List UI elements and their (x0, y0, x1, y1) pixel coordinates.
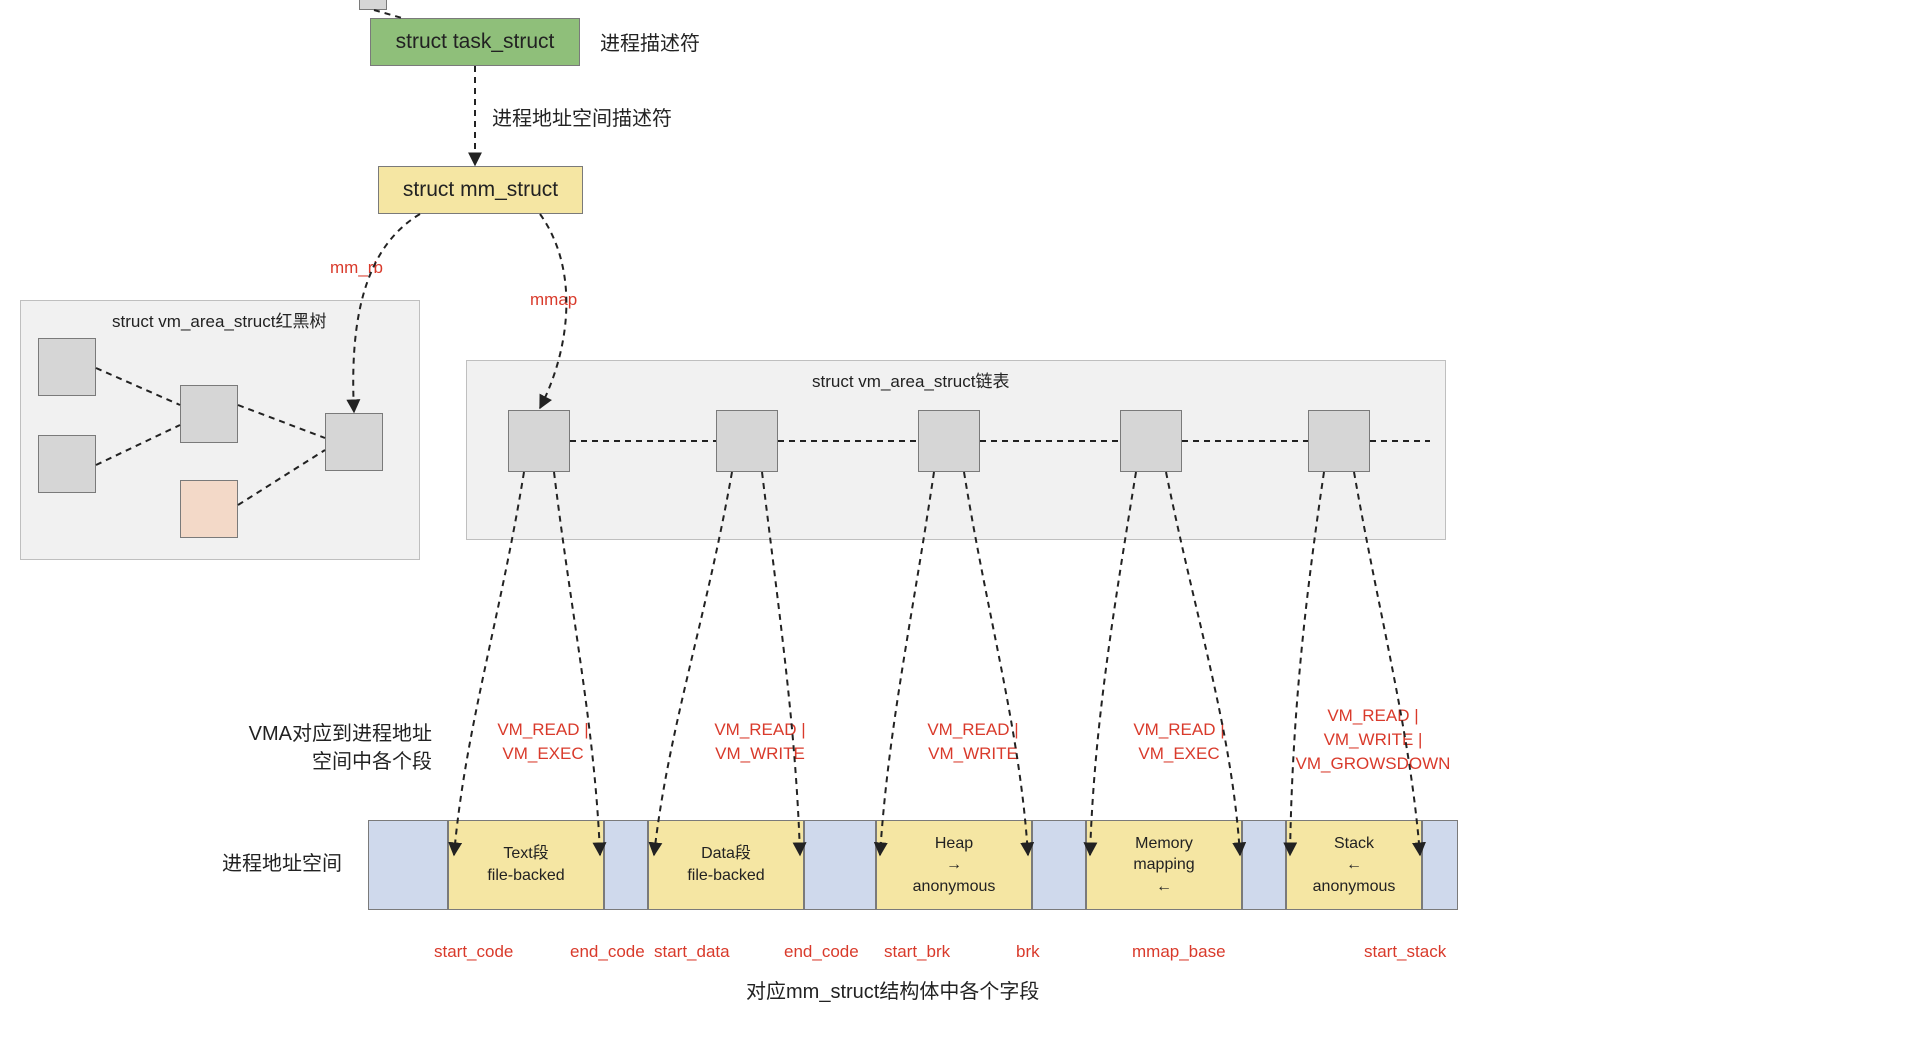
vma-node-3 (1120, 410, 1182, 472)
mm-arrow-label: 进程地址空间描述符 (492, 105, 672, 133)
vma-node-1 (716, 410, 778, 472)
label-mmap: mmap (530, 288, 577, 312)
seg-stack-title: Stack (1334, 835, 1374, 852)
seg-text-sub: file-backed (487, 867, 564, 884)
b-start-stack: start_stack (1364, 940, 1446, 964)
seg-heap-sub: anonymous (913, 878, 996, 895)
vma-desc-label: VMA对应到进程地址 空间中各个段 (232, 720, 432, 776)
task-struct-desc: 进程描述符 (600, 30, 700, 58)
b-start-data: start_data (654, 940, 730, 964)
b-start-code: start_code (434, 940, 513, 964)
seg-heap-title: Heap (935, 835, 973, 852)
rb-node-1 (38, 338, 96, 396)
mm-struct-box: struct mm_struct (378, 166, 583, 214)
gap-0 (368, 820, 448, 910)
b-end-code-2: end_code (784, 940, 859, 964)
seg-data: Data段 file-backed (648, 820, 804, 910)
b-brk: brk (1016, 940, 1040, 964)
rb-node-3 (180, 385, 238, 443)
flags-4: VM_READ | VM_WRITE | VM_GROWSDOWN (1288, 704, 1458, 775)
diagram-canvas: struct task_struct 进程描述符 进程地址空间描述符 struc… (0, 0, 1924, 1054)
flags-0: VM_READ | VM_EXEC (478, 718, 608, 766)
seg-heap-arrow: → (946, 856, 962, 873)
gap-2 (804, 820, 876, 910)
rb-node-4 (180, 480, 238, 538)
footer-label: 对应mm_struct结构体中各个字段 (746, 978, 1039, 1006)
vma-node-2 (918, 410, 980, 472)
b-mmap-base: mmap_base (1132, 940, 1226, 964)
seg-mmap-title: Memory mapping (1133, 835, 1194, 874)
gap-1 (604, 820, 648, 910)
flags-2: VM_READ | VM_WRITE (908, 718, 1038, 766)
flags-3: VM_READ | VM_EXEC (1114, 718, 1244, 766)
gap-5 (1422, 820, 1458, 910)
seg-text: Text段 file-backed (448, 820, 604, 910)
seg-text-title: Text段 (503, 845, 548, 862)
seg-stack-sub: anonymous (1313, 878, 1396, 895)
b-start-brk: start_brk (884, 940, 950, 964)
seg-data-title: Data段 (701, 845, 751, 862)
flags-1: VM_READ | VM_WRITE (695, 718, 825, 766)
seg-mmap-arrow: ← (1156, 878, 1172, 895)
label-mm-rb: mm_rb (330, 256, 383, 280)
seg-stack: Stack ← anonymous (1286, 820, 1422, 910)
seg-heap: Heap → anonymous (876, 820, 1032, 910)
vma-list-title: struct vm_area_struct链表 (812, 370, 1009, 394)
rb-node-2 (38, 435, 96, 493)
vma-node-0 (508, 410, 570, 472)
seg-mmap: Memory mapping ← (1086, 820, 1242, 910)
seg-data-sub: file-backed (687, 867, 764, 884)
task-struct-box: struct task_struct (370, 18, 580, 66)
gap-3 (1032, 820, 1086, 910)
addr-space-label: 进程地址空间 (222, 850, 342, 878)
rb-node-5 (325, 413, 383, 471)
vma-node-4 (1308, 410, 1370, 472)
rbtree-title: struct vm_area_struct红黑树 (112, 310, 326, 334)
gap-4 (1242, 820, 1286, 910)
b-end-code: end_code (570, 940, 645, 964)
top-fragment (359, 0, 387, 10)
seg-stack-arrow: ← (1346, 856, 1362, 873)
